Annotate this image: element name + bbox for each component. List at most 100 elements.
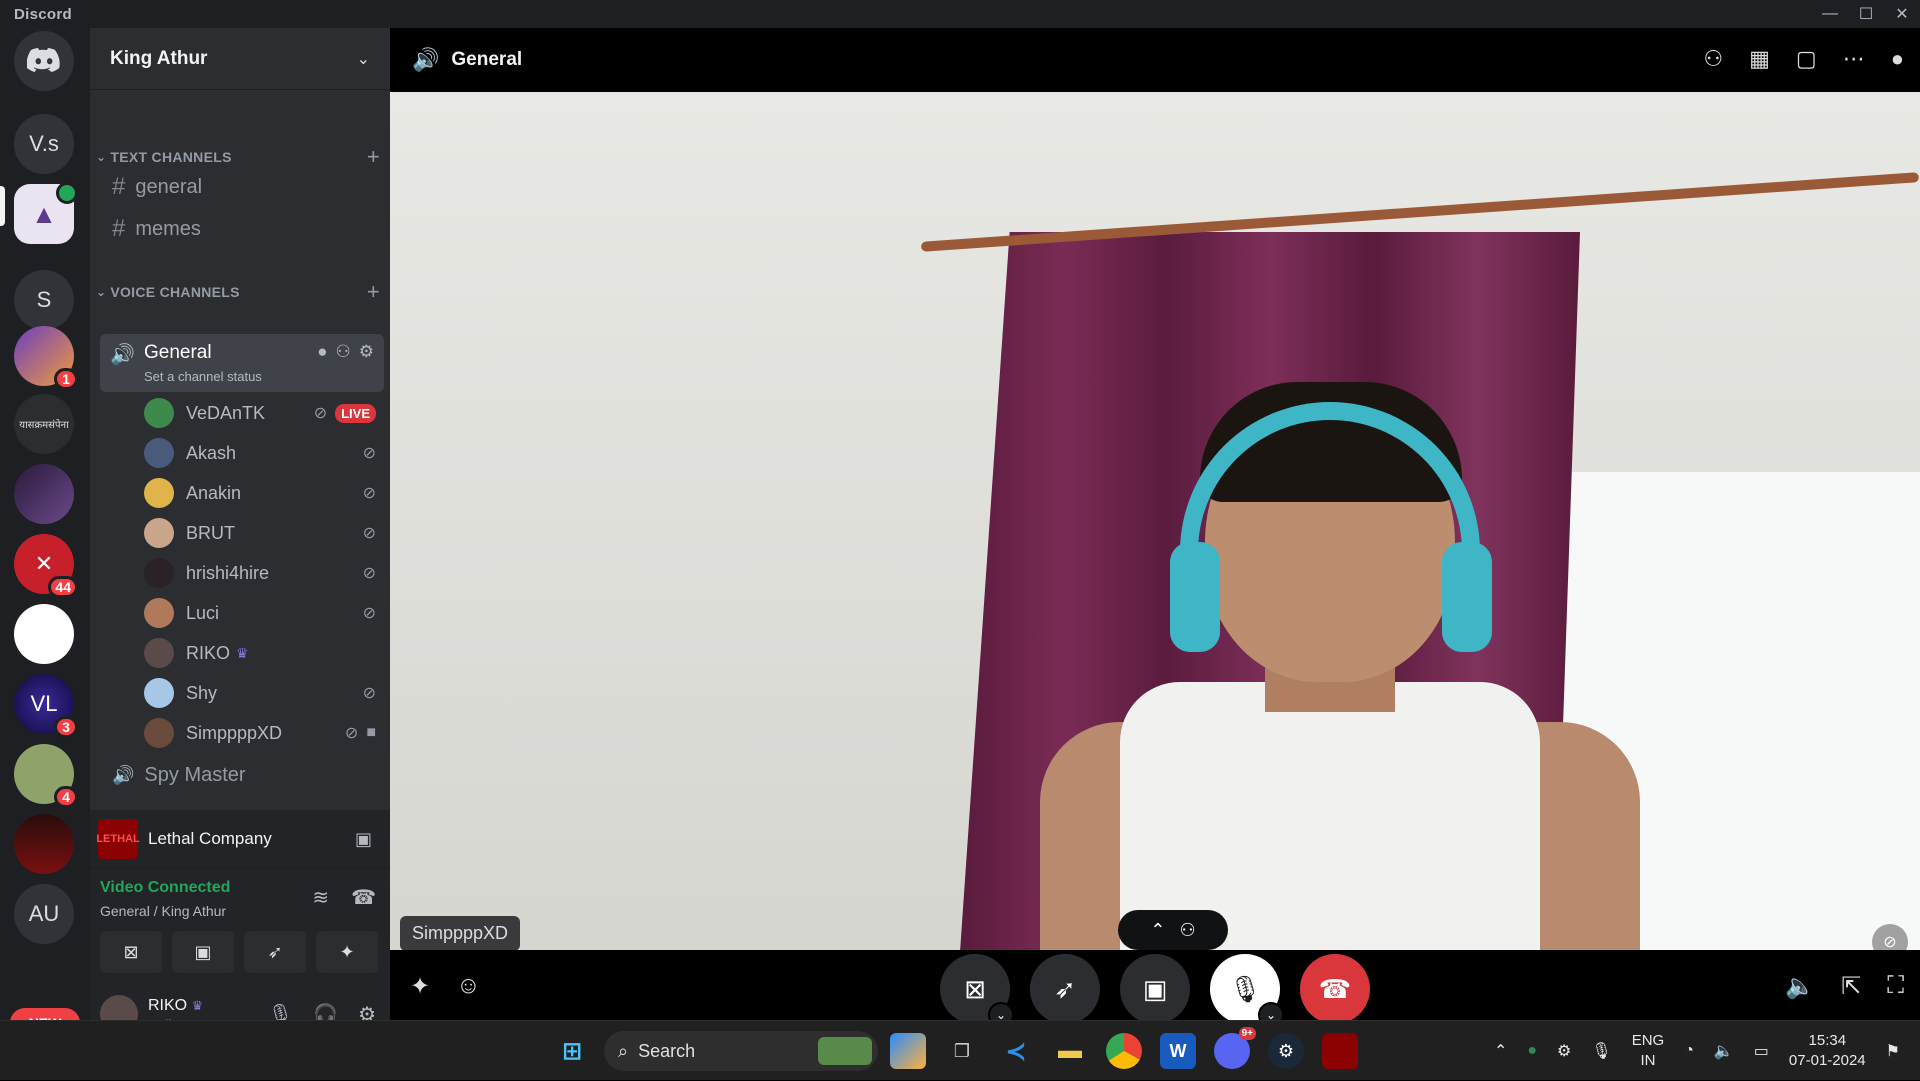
show-participants-button[interactable]: ⌃ ⚇ <box>1118 910 1228 950</box>
language-indicator[interactable]: ENG IN <box>1632 1031 1665 1071</box>
camera-off-button[interactable]: ⊠ <box>100 931 162 973</box>
category-voice-channels[interactable]: ⌄ VOICE CHANNELS + <box>96 279 380 305</box>
battery-icon[interactable]: ▭ <box>1754 1041 1769 1061</box>
microphone-icon[interactable]: 🎙 <box>1591 1041 1611 1061</box>
channel-status[interactable]: Set a channel status <box>144 369 262 384</box>
add-channel-icon[interactable]: + <box>367 279 380 305</box>
connection-location[interactable]: General / King Athur <box>100 903 226 919</box>
channel-memes[interactable]: # memes <box>102 210 384 248</box>
add-channel-icon[interactable]: + <box>367 144 380 170</box>
mic-toggle-button[interactable]: 🎙 ⌄ <box>1210 954 1284 1028</box>
server-avatar-10[interactable]: 4 <box>14 744 78 808</box>
server-avatar-4[interactable]: 1 <box>14 326 78 390</box>
volume-icon[interactable]: 🔈 <box>1714 1041 1734 1061</box>
activities-button[interactable]: ➶ <box>1030 954 1100 1024</box>
fullscreen-icon[interactable]: ⛶ <box>1887 972 1904 1001</box>
popout-icon[interactable]: ▢ <box>1796 46 1817 72</box>
emoji-icon[interactable]: ☺ <box>456 972 481 1001</box>
guild-header[interactable]: King Athur ⌄ <box>90 28 390 90</box>
server-avatar-8[interactable] <box>14 604 74 664</box>
avatar <box>144 398 174 428</box>
voice-member[interactable]: Akash ⊘ <box>144 436 384 470</box>
tray-app-icon[interactable]: ● <box>1527 1042 1537 1060</box>
camera-toggle-button[interactable]: ⊠ ⌄ <box>940 954 1014 1028</box>
server-marathi[interactable]: यासक्रमसंपेना <box>14 394 74 454</box>
grid-layout-icon[interactable]: ▦ <box>1749 46 1770 72</box>
file-explorer-icon[interactable]: ▬ <box>1052 1033 1088 1069</box>
video-name-tag: SimppppXD <box>400 916 521 950</box>
channel-name: general <box>135 175 203 198</box>
minimize-button[interactable]: — <box>1812 0 1848 28</box>
muted-mic-icon: ⊘ <box>362 485 376 502</box>
voice-member[interactable]: SimppppXD ⊘ ■ <box>144 716 384 750</box>
server-s[interactable]: S <box>14 270 74 330</box>
activities-button[interactable]: ➶ <box>244 931 306 973</box>
discord-home-icon[interactable] <box>14 31 74 91</box>
speaker-icon: 🔊 <box>110 344 135 366</box>
voice-member[interactable]: BRUT ⊘ <box>144 516 384 550</box>
voice-member[interactable]: Luci ⊘ <box>144 596 384 630</box>
chevron-up-icon[interactable]: ⌃ <box>1494 1041 1507 1061</box>
server-vs[interactable]: V.s <box>14 114 74 174</box>
category-label: VOICE CHANNELS <box>110 284 240 300</box>
channel-general[interactable]: # general <box>102 168 384 206</box>
voice-channel-name: General <box>144 342 212 363</box>
more-icon[interactable]: ⋯ <box>1843 46 1865 72</box>
chat-icon[interactable]: ● <box>1891 46 1904 72</box>
connection-status[interactable]: Video Connected <box>100 879 230 897</box>
chat-icon[interactable]: ● <box>317 342 327 362</box>
category-text-channels[interactable]: ⌄ TEXT CHANNELS + <box>96 144 380 170</box>
wifi-icon[interactable]: ◔ <box>1684 1042 1694 1060</box>
server-vl[interactable]: VL 3 <box>14 674 78 738</box>
maximize-button[interactable]: ☐ <box>1848 0 1884 28</box>
disconnect-icon[interactable]: ☎ <box>351 885 376 910</box>
steam-tray-icon[interactable]: ⚙ <box>1557 1041 1571 1061</box>
noise-suppression-icon[interactable]: ≋ <box>312 885 329 910</box>
muted-mic-icon: ⊘ <box>313 405 328 422</box>
voice-member[interactable]: Shy ⊘ <box>144 676 384 710</box>
activity-panel[interactable]: LETHAL Lethal Company ▣ <box>90 810 390 868</box>
server-avatar-11[interactable] <box>14 814 74 874</box>
windows-taskbar: ⊞ ⌕ Search ❐ ≺ ▬ W 9+ ⚙ ⌃ ● ⚙ 🎙 ENG IN ◔ … <box>0 1020 1920 1080</box>
taskbar-search[interactable]: ⌕ Search <box>604 1031 878 1071</box>
stream-icon[interactable]: ▣ <box>355 829 372 850</box>
soundboard-button[interactable]: ✦ <box>316 931 378 973</box>
windows-start-icon[interactable]: ⊞ <box>554 1033 590 1069</box>
voice-channel-spy-master[interactable]: 🔊 Spy Master <box>102 756 384 794</box>
video-feed[interactable]: SimppppXD ⌃ ⚇ ⊘ <box>390 92 1920 950</box>
server-label: AU <box>28 901 60 926</box>
server-king-athur[interactable]: ▲ <box>14 182 78 244</box>
add-user-icon[interactable]: ⚇ <box>1703 46 1723 72</box>
voice-member[interactable]: hrishi4hire ⊘ <box>144 556 384 590</box>
copilot-icon[interactable] <box>890 1033 926 1069</box>
word-icon[interactable]: W <box>1160 1033 1196 1069</box>
task-view-icon[interactable]: ❐ <box>944 1033 980 1069</box>
lethal-company-icon[interactable] <box>1322 1033 1358 1069</box>
live-badge[interactable]: LIVE <box>335 403 376 423</box>
disconnect-button[interactable]: ☎ <box>1300 954 1370 1024</box>
server-au[interactable]: AU <box>14 884 74 944</box>
new-badge[interactable]: NEW <box>10 1008 80 1020</box>
close-button[interactable]: ✕ <box>1884 0 1920 28</box>
clock[interactable]: 15:34 07-01-2024 <box>1789 1031 1866 1071</box>
voice-member[interactable]: Anakin ⊘ <box>144 476 384 510</box>
voice-channel-general[interactable]: 🔊 General Set a channel status ● ⚇ ⚙ <box>100 334 384 392</box>
server-avatar-7[interactable]: ✕ 44 <box>14 534 78 598</box>
game-icon: LETHAL <box>96 819 140 859</box>
soundboard-icon[interactable]: ✦ <box>410 972 430 1001</box>
steam-icon[interactable]: ⚙ <box>1268 1033 1304 1069</box>
volume-icon[interactable]: 🔈 <box>1785 972 1815 1001</box>
server-avatar-6[interactable] <box>14 464 74 524</box>
notification-icon[interactable]: ⚑ <box>1886 1041 1900 1061</box>
discord-taskbar-icon[interactable]: 9+ <box>1214 1027 1256 1069</box>
voice-member[interactable]: RIKO ♛ <box>144 636 384 670</box>
gear-icon[interactable]: ⚙ <box>359 342 374 362</box>
vscode-icon[interactable]: ≺ <box>998 1033 1034 1069</box>
screen-share-button[interactable]: ▣ <box>1120 954 1190 1024</box>
chrome-icon[interactable] <box>1106 1033 1142 1069</box>
voice-member[interactable]: VeDAnTK ⊘ LIVE <box>144 396 384 430</box>
hang-up-icon: ☎ <box>1318 973 1352 1004</box>
invite-icon[interactable]: ⚇ <box>336 342 351 362</box>
popout-icon[interactable]: ⇱ <box>1841 972 1861 1001</box>
screen-share-button[interactable]: ▣ <box>172 931 234 973</box>
